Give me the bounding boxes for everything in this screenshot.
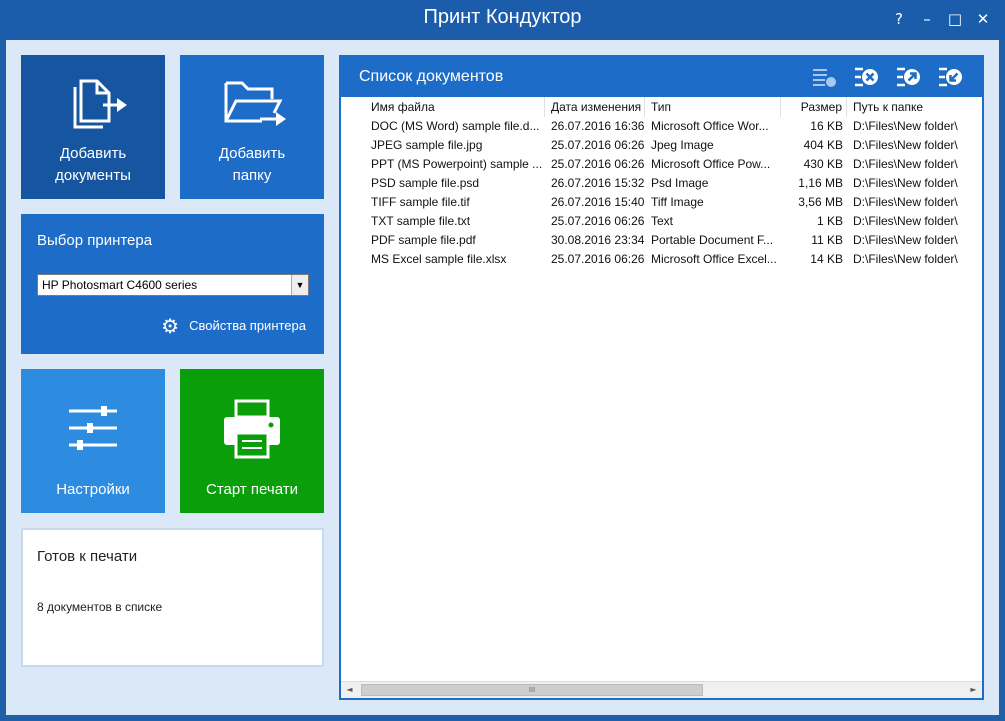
document-list-title: Список документов — [359, 68, 504, 85]
remove-icon[interactable] — [853, 66, 879, 88]
add-folder-label-2: папку — [232, 167, 272, 184]
cell-size: 430 KB — [803, 157, 843, 171]
document-list-panel: Список документов Имя файла Дата изменен… — [339, 55, 984, 700]
column-header-date[interactable]: Дата изменения — [545, 97, 645, 117]
printer-properties-link[interactable]: ⚙ Свойства принтера — [161, 314, 306, 339]
add-folder-label-1: Добавить — [218, 145, 286, 162]
table-row[interactable]: PSD sample file.psd 26.07.2016 15:32 Psd… — [341, 174, 982, 193]
cell-size: 3,56 MB — [798, 195, 843, 209]
status-title: Готов к печати — [37, 548, 138, 565]
cell-date: 26.07.2016 15:32 — [551, 176, 645, 190]
table-row[interactable]: PDF sample file.pdf 30.08.2016 23:34 Por… — [341, 231, 982, 250]
cell-date: 25.07.2016 06:26 — [551, 214, 645, 228]
cell-size: 1 KB — [816, 214, 843, 228]
column-header-name[interactable]: Имя файла — [365, 97, 545, 117]
add-documents-icon — [73, 79, 127, 129]
document-rows: DOC (MS Word) sample file.d... 26.07.201… — [341, 117, 982, 269]
scrollbar-thumb[interactable]: III — [361, 684, 703, 696]
cell-name: TXT sample file.txt — [371, 214, 471, 228]
table-row[interactable]: DOC (MS Word) sample file.d... 26.07.201… — [341, 117, 982, 136]
cell-size: 14 KB — [810, 252, 843, 266]
add-documents-label-2: документы — [55, 167, 131, 184]
maximize-button[interactable]: □ — [944, 8, 966, 30]
cell-path: D:\Files\New folder\ — [853, 157, 958, 171]
cell-name: PDF sample file.pdf — [371, 233, 476, 247]
cell-name: PPT (MS Powerpoint) sample ... — [371, 157, 543, 171]
settings-label: Настройки — [56, 481, 130, 498]
window-title: Принт Кондуктор — [423, 6, 582, 28]
sliders-icon — [69, 406, 117, 450]
printer-dropdown[interactable]: HP Photosmart C4600 series ▼ — [37, 274, 309, 296]
printer-icon — [224, 399, 280, 459]
move-up-icon[interactable] — [895, 66, 921, 88]
column-header-row: Имя файла Дата изменения Тип Размер Путь… — [341, 97, 982, 117]
cell-name: TIFF sample file.tif — [371, 195, 470, 209]
printer-selection-panel: Выбор принтера HP Photosmart C4600 serie… — [21, 214, 324, 354]
cell-type: Microsoft Office Pow... — [651, 157, 771, 171]
cell-path: D:\Files\New folder\ — [853, 176, 958, 190]
table-row[interactable]: MS Excel sample file.xlsx 25.07.2016 06:… — [341, 250, 982, 269]
cell-type: Tiff Image — [651, 195, 704, 209]
cell-type: Portable Document F... — [651, 233, 774, 247]
horizontal-scrollbar[interactable]: ◄ III ► — [341, 681, 982, 698]
cell-type: Microsoft Office Wor... — [651, 119, 769, 133]
start-print-tile[interactable]: Старт печати — [180, 369, 324, 513]
client-area: Добавить документы Добавить папку Выбор … — [6, 40, 999, 715]
printer-dropdown-value: HP Photosmart C4600 series — [42, 278, 198, 292]
title-bar: Принт Кондуктор ? – □ ✕ — [0, 0, 1005, 40]
document-list-header: Список документов — [341, 57, 982, 97]
status-count: 8 документов в списке — [37, 600, 163, 614]
help-button[interactable]: ? — [888, 8, 910, 30]
cell-type: Psd Image — [651, 176, 709, 190]
table-row[interactable]: TIFF sample file.tif 26.07.2016 15:40 Ti… — [341, 193, 982, 212]
cell-type: Text — [651, 214, 674, 228]
printer-properties-label: Свойства принтера — [189, 317, 306, 333]
close-button[interactable]: ✕ — [972, 8, 994, 30]
cell-size: 16 KB — [810, 119, 843, 133]
cell-path: D:\Files\New folder\ — [853, 214, 958, 228]
cell-date: 25.07.2016 06:26 — [551, 252, 645, 266]
cell-path: D:\Files\New folder\ — [853, 138, 958, 152]
add-documents-tile[interactable]: Добавить документы — [21, 55, 165, 199]
chevron-down-icon[interactable]: ▼ — [291, 275, 308, 295]
settings-tile[interactable]: Настройки — [21, 369, 165, 513]
printer-selection-title: Выбор принтера — [37, 232, 153, 249]
cell-path: D:\Files\New folder\ — [853, 233, 958, 247]
scroll-right-icon[interactable]: ► — [965, 682, 982, 698]
cell-date: 26.07.2016 15:40 — [551, 195, 645, 209]
cell-date: 26.07.2016 16:36 — [551, 119, 645, 133]
cell-path: D:\Files\New folder\ — [853, 119, 958, 133]
cell-date: 25.07.2016 06:26 — [551, 157, 645, 171]
column-header-type[interactable]: Тип — [645, 97, 781, 117]
scroll-left-icon[interactable]: ◄ — [341, 682, 358, 698]
add-documents-label-1: Добавить — [59, 145, 127, 162]
cell-path: D:\Files\New folder\ — [853, 195, 958, 209]
cell-date: 25.07.2016 06:26 — [551, 138, 645, 152]
gear-icon: ⚙ — [161, 316, 180, 338]
cell-name: JPEG sample file.jpg — [371, 138, 483, 152]
column-header-path[interactable]: Путь к папке — [847, 97, 972, 117]
cell-size: 404 KB — [803, 138, 843, 152]
table-row[interactable]: JPEG sample file.jpg 25.07.2016 06:26 Jp… — [341, 136, 982, 155]
table-row[interactable]: TXT sample file.txt 25.07.2016 06:26 Tex… — [341, 212, 982, 231]
cell-name: PSD sample file.psd — [371, 176, 480, 190]
minimize-button[interactable]: – — [916, 8, 938, 30]
column-header-size[interactable]: Размер — [781, 97, 847, 117]
add-folder-icon — [224, 81, 286, 126]
clear-list-icon[interactable] — [811, 66, 837, 88]
cell-type: Microsoft Office Excel... — [651, 252, 777, 266]
start-print-label: Старт печати — [206, 481, 298, 498]
move-down-icon[interactable] — [937, 66, 963, 88]
cell-size: 11 KB — [811, 233, 843, 247]
table-row[interactable]: PPT (MS Powerpoint) sample ... 25.07.201… — [341, 155, 982, 174]
cell-name: MS Excel sample file.xlsx — [371, 252, 507, 266]
cell-path: D:\Files\New folder\ — [853, 252, 958, 266]
cell-type: Jpeg Image — [651, 138, 714, 152]
cell-size: 1,16 MB — [798, 176, 843, 190]
cell-date: 30.08.2016 23:34 — [551, 233, 645, 247]
status-panel: Готов к печати 8 документов в списке — [21, 528, 324, 667]
cell-name: DOC (MS Word) sample file.d... — [371, 119, 540, 133]
add-folder-tile[interactable]: Добавить папку — [180, 55, 324, 199]
